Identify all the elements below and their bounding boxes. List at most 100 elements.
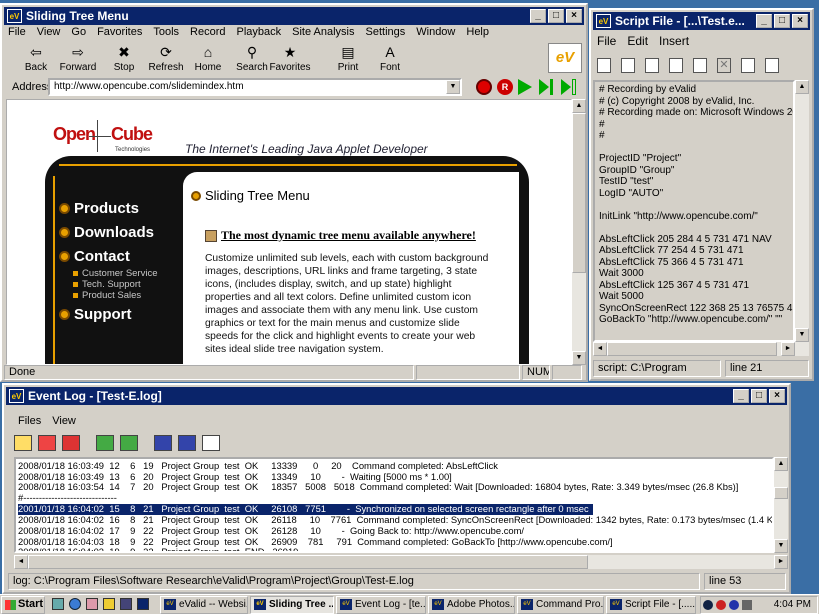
stop-button[interactable]: ✖Stop (100, 44, 148, 73)
eventlog-minimize-button[interactable]: _ (733, 389, 749, 403)
script-editor[interactable]: # Recording by eValid# (c) Copyright 200… (593, 80, 795, 342)
log-menu-view[interactable]: View (52, 415, 76, 427)
address-dropdown-button[interactable]: ▼ (446, 80, 460, 94)
menu-view[interactable]: View (37, 26, 61, 38)
desktop-icon[interactable] (52, 598, 64, 610)
save-as-icon[interactable] (693, 58, 707, 73)
back-button[interactable]: ⇦Back (12, 44, 60, 73)
close-button[interactable]: × (566, 9, 582, 23)
subnav-customer-service[interactable]: Customer Service (73, 268, 158, 279)
nav-support[interactable]: Support (59, 306, 132, 323)
address-input[interactable]: http://www.opencube.com/slidemindex.htm … (48, 78, 462, 96)
taskbar-item-command-pro[interactable]: eVCommand Pro... (517, 596, 604, 614)
taskbar-item-event-log-te[interactable]: eVEvent Log - [te... (336, 596, 426, 614)
script-hscroll-thumb[interactable] (607, 342, 777, 356)
new-file-icon[interactable] (597, 58, 611, 73)
eventlog-scroll-down[interactable]: ▼ (774, 539, 788, 553)
nav-products[interactable]: Products (59, 200, 139, 217)
record-r-icon[interactable]: R (497, 79, 513, 95)
save-icon[interactable] (669, 58, 683, 73)
menu-go[interactable]: Go (71, 26, 86, 38)
menu-playback[interactable]: Playback (236, 26, 281, 38)
eventlog-titlebar[interactable]: eV Event Log - [Test-E.log] _ □ × (6, 387, 787, 405)
eventlog-hscrollbar[interactable]: ◄ ► (14, 555, 788, 569)
open-evl-icon[interactable] (645, 58, 659, 73)
taskbar-item-adobe-photos[interactable]: eVAdobe Photos... (428, 596, 515, 614)
evalid-quick-icon[interactable] (137, 598, 149, 610)
delete-icon[interactable]: ✕ (717, 58, 731, 73)
clear-icon[interactable] (62, 435, 80, 451)
log-row[interactable]: #------------------------------ (18, 493, 772, 504)
script-minimize-button[interactable]: _ (756, 14, 772, 28)
favorites-button[interactable]: ★Favorites (266, 44, 314, 73)
open-evs-icon[interactable] (621, 58, 635, 73)
eventlog-close-button[interactable]: × (769, 389, 785, 403)
script-hscrollbar[interactable]: ◄ ► (593, 342, 809, 356)
eventlog-hscroll-thumb[interactable] (28, 555, 588, 569)
script-titlebar[interactable]: eV Script File - [...\Test.e... _ □ × (593, 12, 810, 30)
chart-level1-icon[interactable] (96, 435, 114, 451)
page-viewport[interactable]: Open Cube Technologies The Internet's Le… (6, 99, 572, 365)
explorer-icon[interactable] (103, 598, 115, 610)
content-headline[interactable]: The most dynamic tree menu available any… (205, 228, 476, 243)
report-view-icon[interactable] (202, 435, 220, 451)
scroll-down-button[interactable]: ▼ (572, 351, 586, 365)
script-menu-edit[interactable]: Edit (627, 34, 648, 48)
document-icon[interactable] (741, 58, 755, 73)
script-menu-insert[interactable]: Insert (659, 34, 689, 48)
outlook-icon[interactable] (86, 598, 98, 610)
log-row[interactable]: 2008/01/18 16:04:03 19 9 22 Project Grou… (18, 547, 772, 553)
browser-titlebar[interactable]: eV Sliding Tree Menu _ □ × (4, 7, 584, 25)
scroll-thumb[interactable] (572, 113, 586, 273)
eventlog-maximize-button[interactable]: □ (751, 389, 767, 403)
subnav-tech-support[interactable]: Tech. Support (73, 279, 141, 290)
script-vertical-scrollbar[interactable]: ▲ ▼ (795, 80, 809, 342)
eventlog-scroll-right[interactable]: ► (774, 555, 788, 569)
menu-site-analysis[interactable]: Site Analysis (292, 26, 354, 38)
print-button[interactable]: ▤Print (324, 44, 372, 73)
subnav-product-sales[interactable]: Product Sales (73, 290, 141, 301)
menu-settings[interactable]: Settings (366, 26, 406, 38)
font-button[interactable]: AFont (366, 44, 414, 73)
grid-view-icon[interactable] (178, 435, 196, 451)
maximize-button[interactable]: □ (548, 9, 564, 23)
nav-contact[interactable]: Contact (59, 248, 130, 265)
tray-icons[interactable] (703, 600, 765, 612)
media-icon[interactable] (120, 598, 132, 610)
upload-icon[interactable] (38, 435, 56, 451)
start-button[interactable]: Start (1, 596, 45, 614)
log-row[interactable]: 2008/01/18 16:03:54 14 7 20 Project Grou… (18, 482, 772, 493)
taskbar-item-script-file[interactable]: eVScript File - [...... (606, 596, 696, 614)
log-row-selected[interactable]: 2001/01/18 16:04:02 15 8 21 Project Grou… (18, 504, 593, 515)
menu-tools[interactable]: Tools (153, 26, 179, 38)
ie-icon[interactable] (69, 598, 81, 610)
menu-favorites[interactable]: Favorites (97, 26, 142, 38)
script-close-button[interactable]: × (792, 14, 808, 28)
forward-button[interactable]: ⇨Forward (54, 44, 102, 73)
script-scroll-left[interactable]: ◄ (593, 342, 607, 356)
taskbar-item-sliding-tree[interactable]: eVSliding Tree ... (250, 596, 334, 614)
nav-downloads[interactable]: Downloads (59, 224, 154, 241)
clock[interactable]: 4:04 PM (774, 599, 811, 610)
taskbar-item-evalid-websi[interactable]: eVeValid -- Websi... (160, 596, 248, 614)
eventlog-scroll-up[interactable]: ▲ (774, 457, 788, 471)
open-log-icon[interactable] (14, 435, 32, 451)
play-icon[interactable] (518, 79, 532, 95)
chart-leveln-icon[interactable] (120, 435, 138, 451)
refresh-button[interactable]: ⟳Refresh (142, 44, 190, 73)
home-button[interactable]: ⌂Home (184, 44, 232, 73)
scroll-up-button[interactable]: ▲ (572, 99, 586, 113)
step-play-icon[interactable] (539, 79, 555, 95)
log-row[interactable]: 2008/01/18 16:03:49 12 6 19 Project Grou… (18, 461, 772, 472)
script-maximize-button[interactable]: □ (774, 14, 790, 28)
script-scroll-right[interactable]: ► (781, 342, 795, 356)
eventlog-scroll-thumb[interactable] (774, 487, 788, 499)
eventlog-vertical-scrollbar[interactable]: ▲ ▼ (774, 457, 788, 553)
table-view-icon[interactable] (154, 435, 172, 451)
eventlog-list[interactable]: 2008/01/18 16:03:49 12 6 19 Project Grou… (14, 457, 774, 553)
menu-record[interactable]: Record (190, 26, 225, 38)
script-menu-file[interactable]: File (597, 34, 616, 48)
play-to-end-icon[interactable] (561, 79, 577, 95)
script-scroll-down[interactable]: ▼ (795, 328, 809, 342)
log-row[interactable]: 2008/01/18 16:04:02 17 9 22 Project Grou… (18, 526, 772, 537)
